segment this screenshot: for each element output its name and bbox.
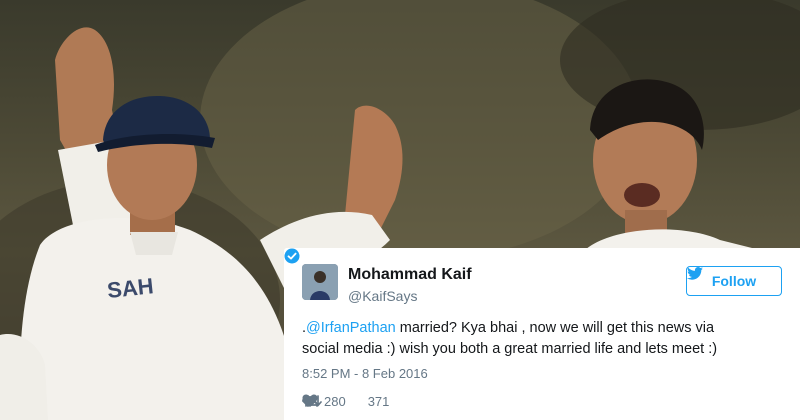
avatar[interactable] <box>302 264 338 300</box>
like-count: 371 <box>367 394 390 409</box>
jersey-text: SAH <box>106 273 155 303</box>
follow-button[interactable]: Follow <box>686 266 782 296</box>
photo-background: SAH Mohammad Kaif @KaifSays Follow .@Irf… <box>0 0 800 420</box>
follow-label: Follow <box>711 273 757 289</box>
heart-icon <box>302 394 318 407</box>
mention-link[interactable]: @IrfanPathan <box>306 320 396 336</box>
tweet-text: .@IrfanPathan married? Kya bhai , now we… <box>302 318 782 360</box>
tweet-text-line1: married? Kya bhai , now we will get this… <box>395 320 715 336</box>
avatar-image <box>302 264 338 300</box>
verified-badge-icon <box>284 248 300 264</box>
tweet-text-line2: social media :) wish you both a great ma… <box>302 341 718 357</box>
retweet-count: 280 <box>324 394 346 409</box>
display-name[interactable]: Mohammad Kaif <box>348 266 472 284</box>
tweet-card: Mohammad Kaif @KaifSays Follow .@IrfanPa… <box>284 248 800 420</box>
like-button[interactable]: 371 <box>302 394 390 409</box>
tweet-timestamp[interactable]: 8:52 PM - 8 Feb 2016 <box>302 366 428 381</box>
user-handle[interactable]: @KaifSays <box>348 288 417 304</box>
retweet-button[interactable]: 280 <box>302 394 346 409</box>
tweet-actions: 280 371 <box>302 394 411 409</box>
twitter-bird-icon <box>687 267 703 280</box>
